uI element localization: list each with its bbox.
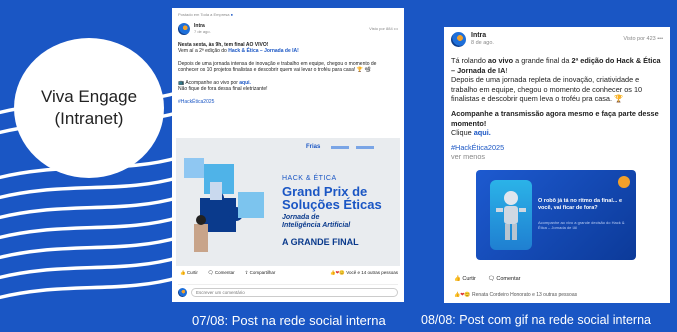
gif-subline: Acompanhe ao vivo a grande decisão do Ha… [538, 220, 625, 230]
post-08-08: Intra 8 de ago. Visto por 423 ••• Tá rol… [444, 27, 670, 303]
view-count: Visto por 884 [369, 25, 393, 31]
action-bar: 👍 Curtir 🗨 Comentar ⇪ Compartilhar 👍❤😊 V… [180, 270, 398, 277]
banner-title-2: Soluções Éticas [282, 197, 382, 212]
puzzle-graphic [184, 158, 264, 252]
banner-sub-1: Jornada de [282, 214, 320, 221]
like-button[interactable]: 👍 Curtir [454, 275, 476, 285]
avatar[interactable] [451, 32, 466, 47]
share-icon: ⇪ [244, 270, 249, 275]
cta-line: Acompanhe a transmissão agora mesmo e fa… [451, 108, 659, 128]
view-count: Visto por 423 [623, 35, 656, 42]
avatar[interactable] [178, 23, 190, 35]
viva-engage-label: Viva Engage (Intranet) [14, 38, 164, 178]
banner-logo: Frias [306, 144, 321, 150]
more-options-icon[interactable]: ••• [657, 36, 663, 42]
banner-sub-2: Inteligência Artificial [282, 222, 351, 229]
hashtag[interactable]: #HackÉtica2025 [451, 143, 663, 153]
caption-post-2: 08/08: Post com gif na rede social inter… [421, 313, 651, 327]
reactions-icon: 👍❤😊 [329, 270, 345, 275]
watch-subline: Não fique de fora dessa final eletrizant… [178, 86, 268, 92]
robot-icon [496, 191, 526, 240]
banner-kicker: HACK & ÉTICA [282, 175, 337, 182]
user-avatar [178, 287, 187, 297]
post-body: Depois de uma jornada repleta de inovaçã… [451, 75, 643, 104]
headline: Tá rolando ao vivo a grande final da 2ª … [451, 56, 661, 75]
label-line-2: (Intranet) [54, 109, 124, 128]
posted-in: Postado em Toda a Empresa ● [178, 12, 234, 17]
like-button[interactable]: 👍 Curtir [180, 270, 198, 277]
see-less-link[interactable]: ver menos [451, 152, 663, 162]
more-options-icon[interactable]: ••• [394, 26, 398, 31]
brand-icon [618, 176, 630, 188]
thumbs-up-icon: 👍 [180, 270, 186, 275]
post-07-08: Postado em Toda a Empresa ● Intra 7 de a… [172, 8, 404, 302]
event-banner-image[interactable]: Frias HACK & ÉTICA Grand Prix de Soluçõe… [176, 138, 400, 266]
comment-button[interactable]: 🗨 Comentar [488, 275, 521, 285]
reaction-summary[interactable]: 👍❤😊 Renata Cordeiro Honorato e 13 outras… [454, 291, 577, 301]
event-link[interactable]: Hack & Ética – Jornada de IA! [228, 48, 299, 54]
intro-line: Vem aí a 2ª edição do Hack & Ética – Jor… [178, 48, 299, 54]
banner-final: A GRANDE FINAL [282, 237, 359, 247]
comment-button[interactable]: 🗨 Comentar [208, 270, 235, 277]
comment-input[interactable]: Escrever um comentário [191, 287, 398, 297]
label-line-1: Viva Engage [40, 87, 138, 106]
watch-link[interactable]: aqui. [239, 80, 251, 86]
reaction-summary[interactable]: 👍❤😊 Você e 14 outras pessoas [330, 270, 398, 277]
comment-icon: 🗨 [487, 276, 495, 282]
robot-gif[interactable]: O robô já tá no ritmo da final... e você… [476, 170, 636, 260]
phone-frame [490, 180, 532, 250]
action-bar: 👍 Curtir 🗨 Comentar [454, 275, 521, 285]
caption-post-1: 07/08: Post na rede social interna [192, 313, 386, 328]
thumbs-up-icon: 👍 [454, 276, 461, 282]
comment-icon: 🗨 [207, 270, 214, 275]
click-link[interactable]: aqui. [474, 128, 491, 137]
share-button[interactable]: ⇪ Compartilhar [245, 270, 276, 277]
reactions-icon: 👍❤😊 [454, 292, 471, 298]
hashtag[interactable]: #HackÉtica2025 [178, 99, 398, 106]
post-time: 7 de ago. [194, 29, 211, 34]
post-time: 8 de ago. [471, 40, 494, 46]
author-name[interactable]: Intra [471, 32, 494, 40]
gif-headline: O robô já tá no ritmo da final... e você… [538, 198, 623, 211]
click-line: Clique aqui. [451, 128, 491, 138]
post-body: Depois de uma jornada intensa de inovaçã… [178, 60, 377, 74]
